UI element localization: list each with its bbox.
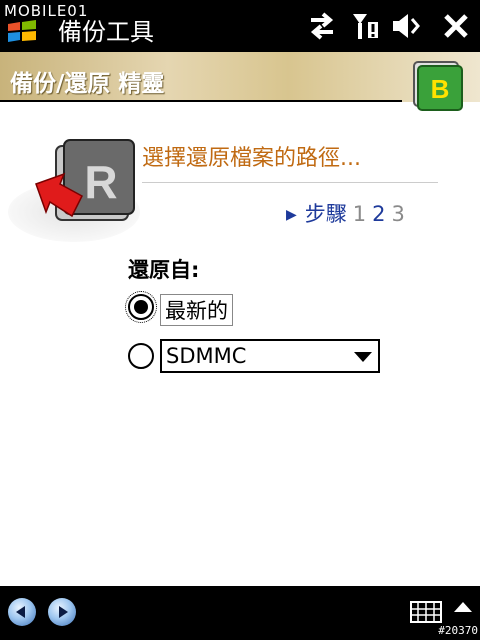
step-2[interactable]: 2 <box>372 202 385 226</box>
banner-title: 備份/還原 精靈 <box>10 71 165 97</box>
close-icon[interactable] <box>440 10 474 42</box>
step-indicator: ▶ 步驟 1 2 3 <box>286 198 411 228</box>
radio-latest[interactable] <box>125 291 157 323</box>
step-arrow-icon: ▶ <box>286 207 297 223</box>
dropdown-value: SDMMC <box>166 344 247 368</box>
restore-from-label: 還原自: <box>128 258 200 282</box>
watermark-id: #20370 <box>438 624 478 637</box>
chevron-down-icon[interactable] <box>354 352 372 362</box>
volume-muted-icon[interactable] <box>390 10 424 42</box>
radio-storage-card[interactable] <box>128 343 154 369</box>
option-latest-label[interactable]: 最新的 <box>160 294 233 326</box>
signal-warning-icon[interactable] <box>350 10 384 42</box>
storage-card-dropdown[interactable]: SDMMC <box>160 339 380 373</box>
keyboard-icon[interactable] <box>410 601 442 623</box>
steps-label: 步驟 <box>304 202 347 226</box>
connectivity-icon[interactable] <box>305 10 339 42</box>
heading-divider <box>142 182 438 183</box>
step-3[interactable]: 3 <box>392 202 405 226</box>
wizard-heading: 選擇還原檔案的路徑... <box>142 146 361 171</box>
windows-start-icon[interactable] <box>4 16 42 46</box>
restore-wizard-illustration: R <box>8 139 140 242</box>
backup-folder-icon: B <box>413 61 463 111</box>
banner-divider <box>0 100 402 102</box>
app-title: 備份工具 <box>58 18 154 46</box>
svg-text:B: B <box>431 74 450 104</box>
next-button[interactable] <box>48 598 76 626</box>
svg-text:R: R <box>84 156 117 208</box>
back-button[interactable] <box>8 598 36 626</box>
step-1[interactable]: 1 <box>353 202 366 226</box>
status-bar: MOBILE01 備份工具 <box>0 0 480 52</box>
input-menu-arrow-icon[interactable] <box>454 602 472 612</box>
